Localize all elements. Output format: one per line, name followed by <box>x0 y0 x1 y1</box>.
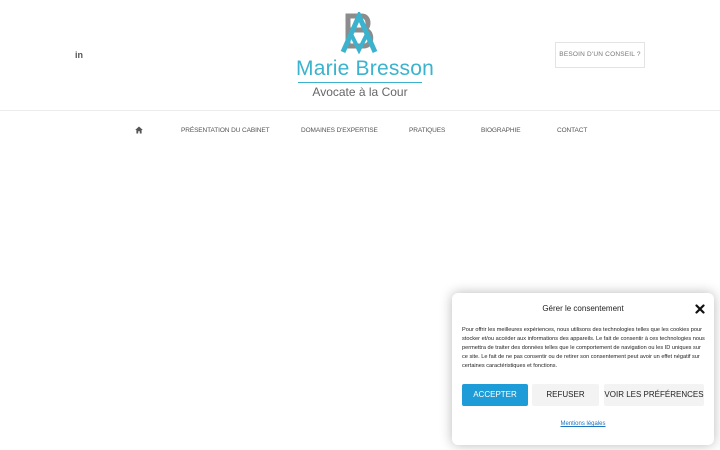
nav-item-pratiques[interactable]: PRATIQUES <box>409 126 445 136</box>
cookie-consent-dialog: Gérer le consentement Pour offrir les me… <box>452 293 714 445</box>
consent-title: Gérer le consentement <box>542 304 624 313</box>
site-header: in Marie Bresson Avocate à la Cour BESOI… <box>0 0 720 111</box>
logo-divider <box>298 82 422 83</box>
nav-item-contact[interactable]: CONTACT <box>557 126 587 136</box>
nav-item-expertise[interactable]: DOMAINES D'EXPERTISE <box>301 126 378 136</box>
legal-notice-link[interactable]: Mentions légales <box>452 421 714 427</box>
logo-subtitle: Avocate à la Cour <box>312 85 408 99</box>
home-icon[interactable] <box>135 126 143 134</box>
nav-item-presentation[interactable]: PRÉSENTATION DU CABINET <box>181 126 270 136</box>
linkedin-link[interactable]: in <box>75 49 85 61</box>
logo-name: Marie Bresson <box>296 57 434 80</box>
site-logo[interactable]: Marie Bresson Avocate à la Cour <box>296 12 434 100</box>
view-preferences-button[interactable]: VOIR LES PRÉFÉRENCES <box>604 384 704 406</box>
advice-button[interactable]: BESOIN D'UN CONSEIL ? <box>555 42 645 68</box>
accept-button[interactable]: ACCEPTER <box>462 384 528 406</box>
consent-message: Pour offrir les meilleures expériences, … <box>462 327 705 369</box>
close-icon[interactable] <box>695 304 705 314</box>
nav-item-biographie[interactable]: BIOGRAPHIE <box>481 126 521 136</box>
refuse-button[interactable]: REFUSER <box>532 384 599 406</box>
main-nav: PRÉSENTATION DU CABINET DOMAINES D'EXPER… <box>0 112 720 152</box>
logo-monogram-icon <box>340 12 378 54</box>
